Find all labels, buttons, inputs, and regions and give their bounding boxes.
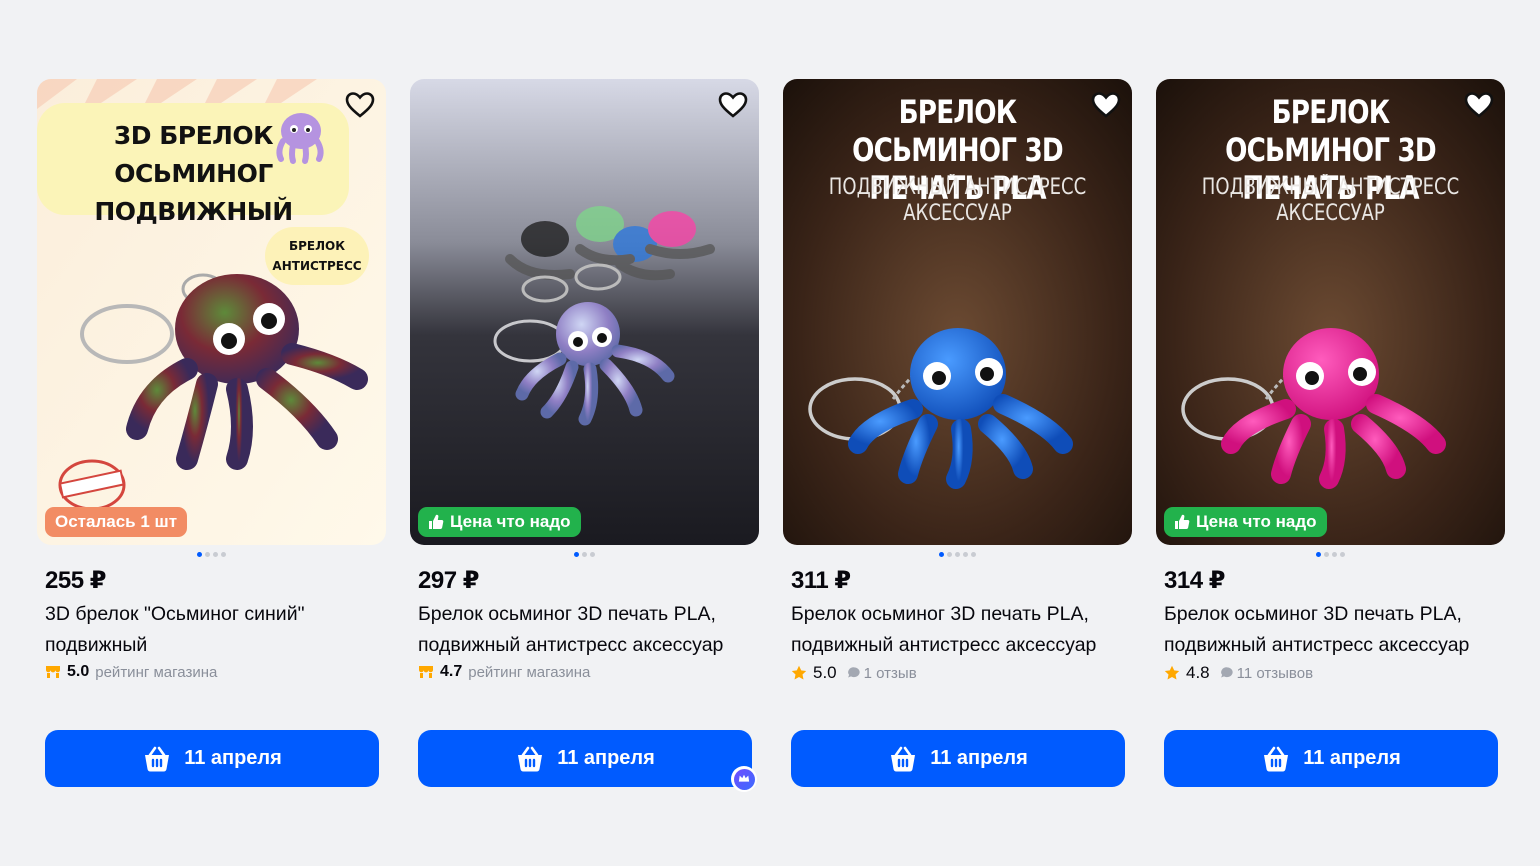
basket-icon bbox=[145, 746, 170, 772]
delivery-date: 11 апреля bbox=[184, 747, 282, 769]
shop-rating: 4.7 рейтинг магазина bbox=[418, 663, 759, 681]
pager-dot[interactable] bbox=[197, 552, 202, 557]
product-card[interactable]: Цена что надо 297 ₽ Брелок осьминог 3D п… bbox=[410, 79, 759, 792]
shop-icon bbox=[46, 666, 60, 678]
basket-icon bbox=[891, 746, 916, 772]
delivery-date: 11 апреля bbox=[930, 747, 1028, 769]
star-icon bbox=[791, 665, 807, 680]
rating-value: 5.0 bbox=[813, 663, 837, 682]
add-to-cart-button[interactable]: 11 апреля bbox=[791, 730, 1125, 787]
heart-icon[interactable] bbox=[717, 89, 749, 121]
product-title[interactable]: Брелок осьминог 3D печать PLA, подвижный… bbox=[418, 599, 758, 661]
pager-dot[interactable] bbox=[1332, 552, 1337, 557]
product-card[interactable]: БРЕЛОК ОСЬМИНОГ 3D ПЕЧАТЬ PLA ПОДВИЖНЫЙ … bbox=[783, 79, 1132, 787]
pager-dot[interactable] bbox=[939, 552, 944, 557]
image-title-text: 3D БРЕЛОК ОСЬМИНОГ ПОДВИЖНЫЙ bbox=[94, 121, 293, 226]
pager-dot[interactable] bbox=[1340, 552, 1345, 557]
pager-dot[interactable] bbox=[205, 552, 210, 557]
pager-dot[interactable] bbox=[947, 552, 952, 557]
badge-label: Осталась 1 шт bbox=[55, 512, 178, 531]
rating-label: рейтинг магазина bbox=[468, 663, 591, 681]
image-pager[interactable] bbox=[783, 552, 1132, 558]
star-icon bbox=[1164, 665, 1180, 680]
product-photo bbox=[410, 79, 759, 545]
shop-rating: 5.0 рейтинг магазина bbox=[45, 663, 386, 681]
pager-dot[interactable] bbox=[590, 552, 595, 557]
stock-badge: Осталась 1 шт bbox=[45, 507, 188, 537]
price-badge: Цена что надо bbox=[1164, 507, 1327, 537]
comment-icon bbox=[1220, 667, 1233, 678]
pager-dot[interactable] bbox=[221, 552, 226, 557]
add-to-cart-button[interactable]: 11 апреля bbox=[45, 730, 379, 787]
comment-icon bbox=[847, 667, 860, 678]
image-bubble-text: БРЕЛОК АНТИСТРЕСС bbox=[265, 227, 369, 285]
image-subtitle-text: ПОДВИЖНЫЙ АНТИСТРЕСС АКСЕССУАР bbox=[828, 175, 1087, 226]
badge-label: Цена что надо bbox=[450, 512, 571, 531]
image-subtitle-text: ПОДВИЖНЫЙ АНТИСТРЕСС АКСЕССУАР bbox=[1201, 175, 1460, 226]
heart-icon[interactable] bbox=[344, 89, 376, 121]
badge-label: Цена что надо bbox=[1196, 512, 1317, 531]
pager-dot[interactable] bbox=[582, 552, 587, 557]
shop-icon bbox=[419, 666, 433, 678]
product-title[interactable]: 3D брелок "Осьминог синий" подвижный bbox=[45, 599, 385, 661]
product-title[interactable]: Брелок осьминог 3D печать PLA, подвижный… bbox=[1164, 599, 1504, 661]
product-image[interactable]: БРЕЛОК ОСЬМИНОГ 3D ПЕЧАТЬ PLA ПОДВИЖНЫЙ … bbox=[1156, 79, 1505, 545]
product-price: 297 ₽ bbox=[418, 567, 479, 594]
thumbs-up-icon bbox=[1175, 514, 1190, 530]
thumbs-up-icon bbox=[429, 514, 444, 530]
image-pager[interactable] bbox=[410, 552, 759, 558]
product-price: 255 ₽ bbox=[45, 567, 106, 594]
pager-dot[interactable] bbox=[955, 552, 960, 557]
rating-value: 4.8 bbox=[1186, 663, 1210, 682]
rating-label: рейтинг магазина bbox=[95, 663, 218, 681]
reviews-count: 1 отзыв bbox=[863, 664, 917, 682]
product-price: 311 ₽ bbox=[791, 567, 851, 594]
image-pager[interactable] bbox=[37, 552, 386, 558]
product-card[interactable]: БРЕЛОК ОСЬМИНОГ 3D ПЕЧАТЬ PLA ПОДВИЖНЫЙ … bbox=[1156, 79, 1505, 787]
heart-icon[interactable] bbox=[1090, 89, 1122, 121]
pager-dot[interactable] bbox=[963, 552, 968, 557]
rating-value: 5.0 bbox=[67, 663, 90, 680]
price-badge: Цена что надо bbox=[418, 507, 581, 537]
product-image[interactable]: Цена что надо bbox=[410, 79, 759, 545]
product-price: 314 ₽ bbox=[1164, 567, 1225, 594]
pager-dot[interactable] bbox=[971, 552, 976, 557]
product-rating[interactable]: 5.0 1 отзыв bbox=[791, 663, 1132, 683]
pager-dot[interactable] bbox=[1316, 552, 1321, 557]
pager-dot[interactable] bbox=[574, 552, 579, 557]
made-in-russia-stamp bbox=[58, 459, 126, 511]
product-image[interactable]: БРЕЛОК ОСЬМИНОГ 3D ПЕЧАТЬ PLA ПОДВИЖНЫЙ … bbox=[783, 79, 1132, 545]
product-title[interactable]: Брелок осьминог 3D печать PLA, подвижный… bbox=[791, 599, 1131, 661]
add-to-cart-button[interactable]: 11 апреля bbox=[1164, 730, 1498, 787]
delivery-date: 11 апреля bbox=[557, 747, 655, 769]
delivery-date: 11 апреля bbox=[1303, 747, 1401, 769]
pager-dot[interactable] bbox=[213, 552, 218, 557]
product-grid: 3D БРЕЛОК ОСЬМИНОГ ПОДВИЖНЫЙ БРЕЛОК АНТИ… bbox=[37, 79, 1505, 792]
image-pager[interactable] bbox=[1156, 552, 1505, 558]
basket-icon bbox=[1264, 746, 1289, 772]
pager-dot[interactable] bbox=[1324, 552, 1329, 557]
heart-icon[interactable] bbox=[1463, 89, 1495, 121]
crown-icon bbox=[731, 766, 757, 792]
reviews-count: 11 отзывов bbox=[1236, 664, 1314, 682]
add-to-cart-button[interactable]: 11 апреля bbox=[418, 730, 752, 787]
rating-value: 4.7 bbox=[440, 663, 463, 680]
product-rating[interactable]: 4.8 11 отзывов bbox=[1164, 663, 1505, 683]
product-card[interactable]: 3D БРЕЛОК ОСЬМИНОГ ПОДВИЖНЫЙ БРЕЛОК АНТИ… bbox=[37, 79, 386, 787]
product-image[interactable]: 3D БРЕЛОК ОСЬМИНОГ ПОДВИЖНЫЙ БРЕЛОК АНТИ… bbox=[37, 79, 386, 545]
basket-icon bbox=[518, 746, 543, 772]
